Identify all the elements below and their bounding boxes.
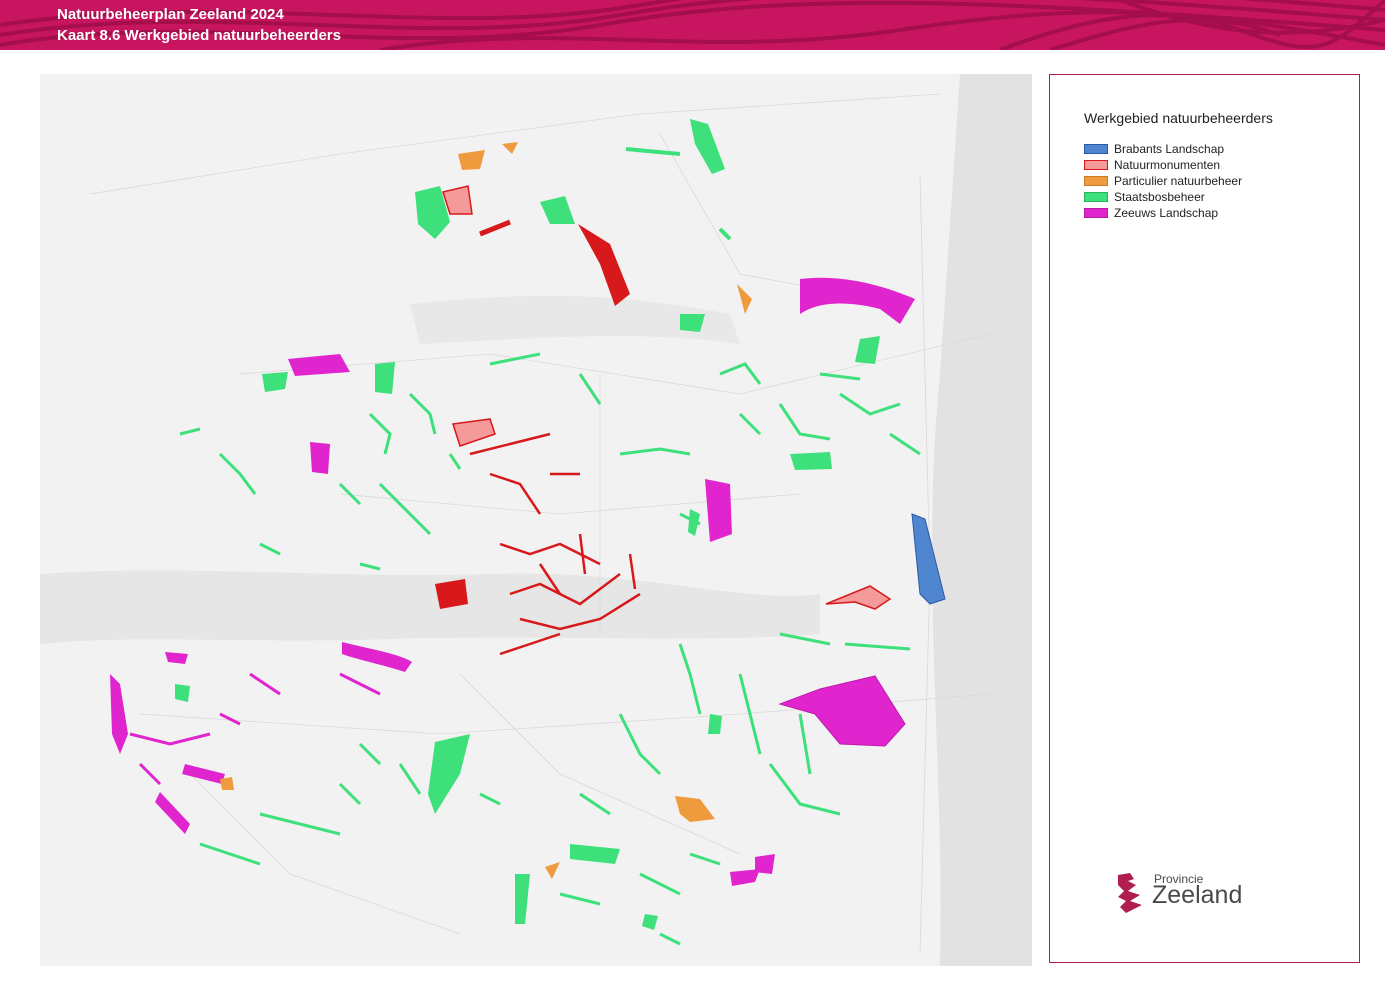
legend-item-brabants-landschap: Brabants Landschap (1084, 142, 1224, 156)
staatsbosbeheer-area (262, 372, 288, 392)
legend-label: Brabants Landschap (1114, 142, 1225, 156)
legend-swatch (1084, 160, 1108, 170)
provincie-zeeland-logo: Provincie Zeeland (1114, 871, 1274, 917)
zeeland-lion-icon (1118, 873, 1142, 913)
legend-item-particulier-natuurbeheer: Particulier natuurbeheer (1084, 174, 1242, 188)
staatsbosbeheer-area (790, 452, 832, 470)
staatsbosbeheer-area (708, 714, 722, 734)
staatsbosbeheer-area (175, 684, 190, 702)
legend-label: Natuurmonumenten (1114, 158, 1221, 172)
map-subtitle: Kaart 8.6 Werkgebied natuurbeheerders (57, 27, 341, 44)
particulier-area (220, 777, 234, 790)
legend-item-staatsbosbeheer: Staatsbosbeheer (1084, 190, 1205, 204)
legend-label: Particulier natuurbeheer (1114, 174, 1243, 188)
legend-swatch (1084, 144, 1108, 154)
legend-item-natuurmonumenten: Natuurmonumenten (1084, 158, 1220, 172)
legend-swatch (1084, 176, 1108, 186)
legend-item-zeeuws-landschap: Zeeuws Landschap (1084, 206, 1218, 220)
legend-label: Staatsbosbeheer (1114, 190, 1205, 204)
map-drawing (40, 74, 1032, 966)
staatsbosbeheer-area (375, 362, 395, 394)
header-banner: Natuurbeheerplan Zeeland 2024 Kaart 8.6 … (0, 0, 1385, 50)
legend-label: Zeeuws Landschap (1114, 206, 1219, 220)
map-canvas[interactable] (40, 74, 1032, 966)
natuurmonumenten-area (435, 579, 468, 609)
logo-zeeland-text: Zeeland (1152, 881, 1243, 909)
map-title: Natuurbeheerplan Zeeland 2024 (57, 6, 284, 23)
legend-swatch (1084, 208, 1108, 218)
legend-title: Werkgebied natuurbeheerders (1084, 110, 1273, 126)
legend-swatch (1084, 192, 1108, 202)
legend-panel: Werkgebied natuurbeheerders Brabants Lan… (1049, 74, 1360, 963)
map-background (40, 74, 1032, 966)
zeeuws-landschap-area (310, 442, 330, 474)
zeeuws-landschap-area (755, 854, 775, 874)
